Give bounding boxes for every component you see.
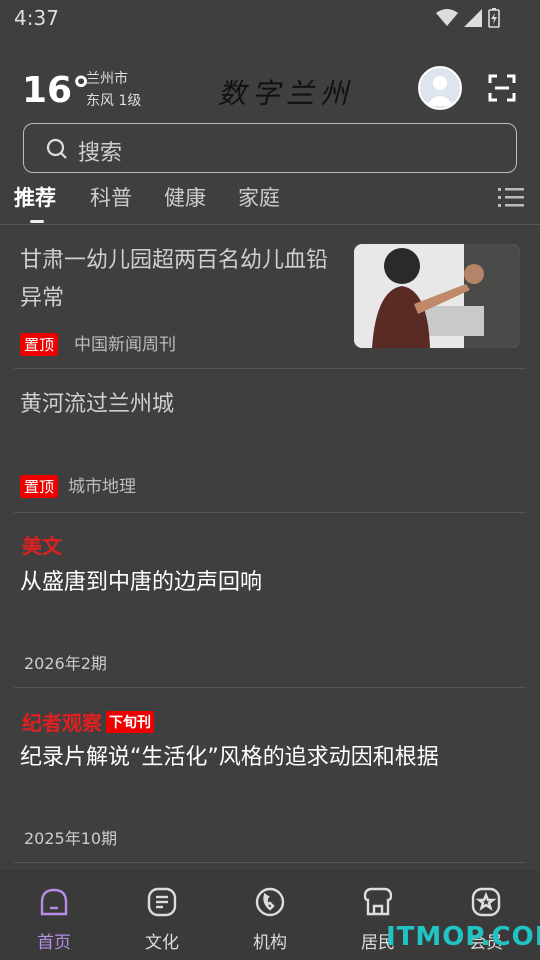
nav-culture[interactable]: 文化 [108,870,216,960]
news-title: 黄河流过兰州城 [20,392,175,417]
city-name: 兰州市 [86,71,128,87]
list-item[interactable]: 甘肃一幼儿园超两百名幼儿血铅异常 置顶 中国新闻周刊 [14,226,526,369]
status-time: 4:37 [14,6,59,30]
phone-icon [255,887,285,917]
house-icon [363,887,393,916]
home-icon [40,888,68,916]
search-input[interactable]: 搜索 [23,123,517,173]
list-item[interactable]: 美文 从盛唐到中唐的边声回响 2026年2期 [14,512,526,688]
nav-institution[interactable]: 机构 [216,870,324,960]
tab-recommend[interactable]: 推荐 [14,182,56,212]
pinned-badge: 置顶 [20,475,59,498]
issue-number: 2026年2期 [24,654,107,673]
status-icons [436,8,500,28]
news-thumbnail [354,244,520,348]
user-icon [426,76,454,106]
tab-science[interactable]: 科普 [90,182,132,212]
wind-info: 东风 1级 [86,93,142,109]
header: 16° 兰州市 东风 1级 数字兰州 [0,60,540,120]
journal-logo: 纪者观察 [22,711,102,735]
tab-family[interactable]: 家庭 [238,182,280,212]
search-icon [46,138,67,159]
watermark: ITMOP.COM [386,922,540,952]
journal-badge: 下旬刊 [106,711,154,733]
nav-home[interactable]: 首页 [0,870,108,960]
temperature: 16° [22,70,91,111]
status-bar: 4:37 [0,0,540,36]
battery-icon [488,8,500,28]
news-title: 从盛唐到中唐的边声回响 [20,570,263,595]
pinned-badge: 置顶 [20,333,59,356]
document-icon [147,887,177,917]
nav-label: 文化 [145,933,179,953]
app-title-logo: 数字兰州 [218,77,355,110]
news-source: 中国新闻周刊 [74,335,177,355]
star-icon [471,887,501,917]
news-title: 纪录片解说“生活化”风格的追求动因和根据 [20,745,439,770]
news-source: 城市地理 [68,477,137,497]
tab-health[interactable]: 健康 [164,182,206,212]
list-item[interactable]: 黄河流过兰州城 置顶 城市地理 [14,368,526,513]
journal-logo: 美文 [22,534,62,558]
nav-label: 首页 [37,933,71,953]
news-title: 甘肃一幼儿园超两百名幼儿血铅异常 [20,248,329,311]
issue-number: 2025年10期 [24,829,118,848]
nav-label: 机构 [253,933,287,953]
category-tabs: 推荐 科普 健康 家庭 [0,180,540,225]
list-menu-icon[interactable] [498,186,524,210]
search-placeholder: 搜索 [78,141,123,166]
signal-icon [464,9,482,27]
scan-icon[interactable] [488,74,516,102]
wifi-icon [436,9,458,26]
list-item[interactable]: 纪者观察 下旬刊 纪录片解说“生活化”风格的追求动因和根据 2025年10期 [14,687,526,863]
tab-indicator [30,220,44,223]
avatar[interactable] [418,66,462,110]
